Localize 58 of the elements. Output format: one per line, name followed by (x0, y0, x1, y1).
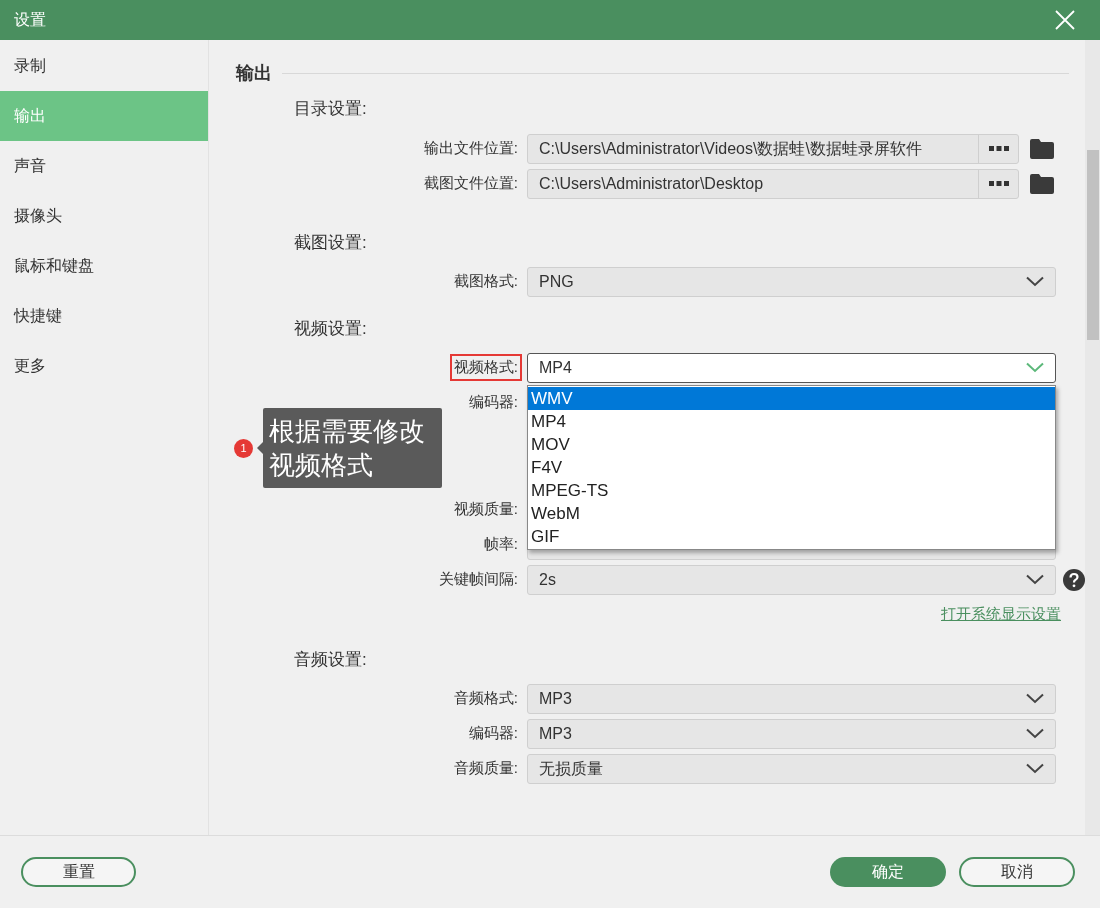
dropdown-option[interactable]: MPEG-TS (528, 478, 1055, 502)
chevron-down-icon (1026, 362, 1044, 373)
group-title: 截图设置: (293, 232, 367, 254)
dropdown-field[interactable]: 2s (527, 564, 1056, 595)
path-field[interactable]: C:\Users\Administrator\Videos\数据蛙\数据蛙录屏软件 (527, 133, 1019, 164)
field-label: 截图格式: (452, 271, 519, 292)
scrollbar[interactable] (1085, 40, 1100, 835)
dropdown-option[interactable]: GIF (528, 524, 1055, 548)
sidebar-item[interactable]: 快捷键 (0, 291, 208, 341)
sidebar-item[interactable]: 摄像头 (0, 191, 208, 241)
chevron-down-icon (1026, 276, 1044, 287)
reset-button[interactable]: 重置 (21, 857, 136, 887)
field-label: 关键帧间隔: (437, 569, 519, 590)
cancel-button[interactable]: 取消 (959, 857, 1075, 887)
field-label: 音频质量: (452, 758, 519, 779)
display-settings-link[interactable]: 打开系统显示设置 (941, 603, 1061, 626)
path-field[interactable]: C:\Users\Administrator\Desktop (527, 168, 1019, 199)
chevron-down-icon (1026, 574, 1044, 585)
help-icon[interactable] (1063, 568, 1085, 591)
section-title: 输出 (236, 61, 272, 85)
group-title: 音频设置: (293, 649, 367, 671)
more-icon (988, 146, 1009, 151)
field-label: 输出文件位置: (422, 138, 519, 159)
group-title: 视频设置: (293, 318, 367, 340)
field-label: 音频格式: (452, 688, 519, 709)
sidebar-item[interactable]: 声音 (0, 141, 208, 191)
sidebar-item[interactable]: 更多 (0, 341, 208, 391)
dropdown-option[interactable]: MOV (528, 432, 1055, 456)
field-label: 截图文件位置: (422, 173, 519, 194)
close-icon[interactable] (1055, 10, 1075, 30)
dropdown-field[interactable]: MP4 (527, 352, 1056, 383)
field-label: 编码器: (467, 392, 519, 413)
sidebar-item[interactable]: 录制 (0, 41, 208, 91)
group-title: 目录设置: (293, 98, 367, 120)
dropdown-option[interactable]: WMV (528, 386, 1055, 410)
annotation-tooltip: 根据需要修改视频格式 (263, 408, 442, 488)
chevron-down-icon (1026, 763, 1044, 774)
field-label: 视频格式: (449, 354, 522, 381)
dropdown-field[interactable]: PNG (527, 266, 1056, 297)
chevron-down-icon (1026, 728, 1044, 739)
window-title: 设置 (14, 10, 46, 30)
step-badge: 1 (234, 438, 253, 458)
dropdown-field[interactable]: 无损质量 (527, 753, 1056, 784)
dropdown-option[interactable]: MP4 (528, 409, 1055, 433)
confirm-button[interactable]: 确定 (830, 857, 946, 887)
sidebar-item[interactable]: 鼠标和键盘 (0, 241, 208, 291)
dropdown-field[interactable]: MP3 (527, 718, 1056, 749)
folder-icon[interactable] (1030, 173, 1054, 194)
folder-icon[interactable] (1030, 138, 1054, 159)
dropdown-option[interactable]: F4V (528, 455, 1055, 479)
more-icon (988, 181, 1009, 186)
field-label: 帧率: (482, 534, 519, 555)
dropdown-option[interactable]: WebM (528, 501, 1055, 525)
field-label: 编码器: (467, 723, 519, 744)
field-label: 视频质量: (452, 499, 519, 520)
chevron-down-icon (1026, 693, 1044, 704)
dropdown-field[interactable]: MP3 (527, 683, 1056, 714)
scrollbar-thumb[interactable] (1086, 150, 1099, 340)
